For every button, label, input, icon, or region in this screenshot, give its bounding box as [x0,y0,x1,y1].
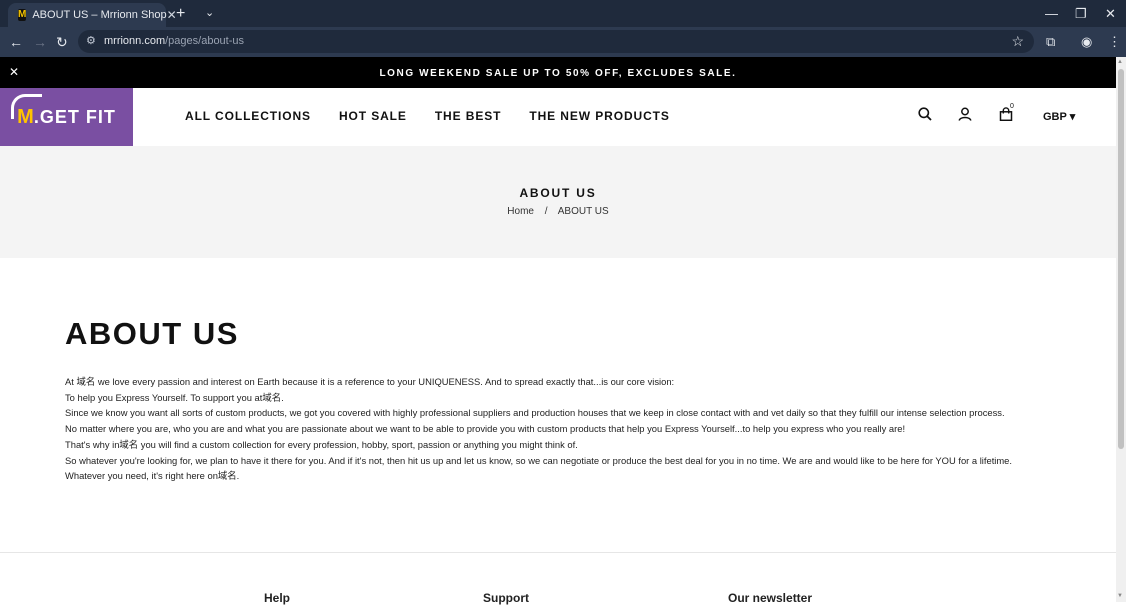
restore-window-button[interactable]: ❐ [1075,6,1087,22]
page-title: ABOUT US [65,316,239,351]
breadcrumb: Home / ABOUT US [0,206,1116,217]
announcement-bar: ✕ LONG WEEKEND SALE UP TO 50% OFF, EXCLU… [0,57,1116,88]
announcement-text[interactable]: LONG WEEKEND SALE UP TO 50% OFF, EXCLUDE… [0,68,1116,79]
site-info-icon[interactable]: ⚙ [86,34,96,47]
about-paragraph: No matter where you are, who you are and… [65,423,906,435]
footer-support-heading: Support [483,591,529,605]
breadcrumb-home-link[interactable]: Home [507,206,534,217]
nav-the-best[interactable]: THE BEST [435,109,502,123]
close-window-button[interactable]: ✕ [1105,6,1116,22]
tab-search-chevron-icon[interactable]: ⌄ [205,6,214,19]
scroll-down-arrow-icon[interactable]: ▼ [1117,593,1123,599]
main-navigation: ALL COLLECTIONS HOT SALE THE BEST THE NE… [185,109,670,123]
about-text: At 域名 we love every passion and interest… [65,374,1065,484]
reload-button[interactable]: ↻ [56,34,68,51]
about-paragraph: Since we know you want all sorts of cust… [65,407,1005,419]
browser-tab[interactable]: M ABOUT US – Mrrionn Shop ✕ [8,3,177,27]
logo-arc-shape [11,93,43,119]
new-tab-button[interactable]: + [176,5,185,23]
logo-mark: M [11,93,43,129]
nav-hot-sale[interactable]: HOT SALE [339,109,407,123]
tab-title: ABOUT US – Mrrionn Shop [32,9,167,21]
about-paragraph: So whatever you're looking for, we plan … [65,454,1013,466]
footer-help-heading: Help [264,591,291,605]
url-path: /pages/about-us [165,35,245,47]
site-favicon-icon: M [18,9,27,21]
about-paragraph: To help you Express Yourself. To support… [65,391,284,403]
about-paragraph: At 域名 we love every passion and interest… [65,376,675,387]
account-icon[interactable] [958,107,972,121]
browser-tab-bar: M ABOUT US – Mrrionn Shop ✕ + ⌄ — ❐ ✕ [0,0,1126,27]
extensions-icon[interactable]: ⧉ [1046,34,1055,50]
browser-toolbar: ← → ↻ ⚙ mrrionn.com/pages/about-us ☆ ⧉ ◉… [0,27,1126,57]
currency-selector[interactable]: GBP ▾ [1043,110,1075,123]
url-text[interactable]: mrrionn.com/pages/about-us [104,35,244,47]
page-scrollbar[interactable]: ▲ ▼ [1116,57,1126,602]
logo-wordmark: .GET FIT [33,106,116,127]
hero-title: ABOUT US [519,186,597,200]
site-header: M .GET FIT ALL COLLECTIONS HOT SALE THE … [0,88,1116,146]
page-hero: ABOUT US Home / ABOUT US [0,146,1116,258]
nav-all-collections[interactable]: ALL COLLECTIONS [185,109,311,123]
footer-divider [0,552,1116,553]
forward-button[interactable]: → [33,34,47,50]
nav-the-new-products[interactable]: THE NEW PRODUCTS [529,109,669,123]
breadcrumb-separator: / [544,206,548,217]
back-button[interactable]: ← [9,34,23,50]
scroll-up-arrow-icon[interactable]: ▲ [1117,59,1123,65]
search-icon[interactable] [918,107,932,121]
minimize-window-button[interactable]: — [1045,6,1058,21]
bookmark-star-icon[interactable]: ☆ [1011,33,1024,50]
profile-icon[interactable]: ◉ [1081,34,1092,50]
about-paragraph: Whatever you need, it's right here on域名. [65,470,240,482]
cart-count-badge: 0 [1010,103,1014,110]
browser-menu-icon[interactable]: ⋮ [1108,34,1121,50]
address-bar[interactable]: ⚙ mrrionn.com/pages/about-us ☆ [78,30,1034,53]
site-logo[interactable]: M .GET FIT [0,88,133,146]
url-domain: mrrionn.com [104,35,166,47]
scrollbar-thumb[interactable] [1118,69,1124,449]
breadcrumb-current: ABOUT US [557,206,609,217]
about-paragraph: That's why in域名 you will find a custom c… [65,438,578,450]
footer-newsletter-heading: Our newsletter [728,591,813,605]
